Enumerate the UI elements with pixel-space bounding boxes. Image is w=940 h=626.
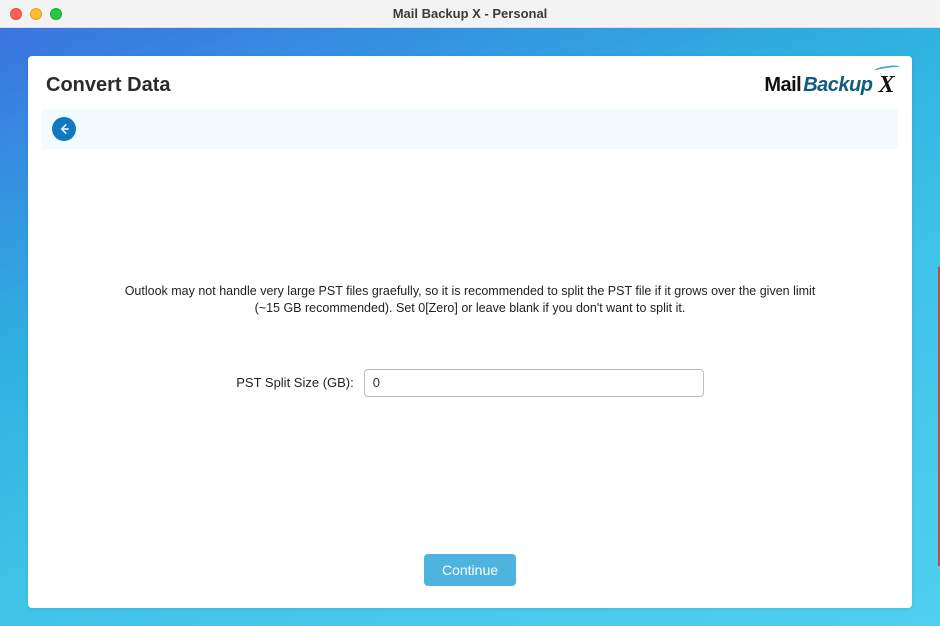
logo-text-mail: Mail	[764, 74, 801, 97]
app-logo: MailBackup X	[764, 72, 894, 99]
main-card: Convert Data MailBackup X	[28, 56, 912, 608]
titlebar: Mail Backup X - Personal	[0, 0, 940, 28]
continue-button[interactable]: Continue	[424, 554, 516, 586]
content-area: Outlook may not handle very large PST fi…	[42, 149, 898, 554]
pst-split-input[interactable]	[364, 369, 704, 397]
window-title: Mail Backup X - Personal	[0, 6, 940, 21]
pst-split-field-row: PST Split Size (GB):	[236, 369, 704, 397]
logo-x-text: X	[878, 72, 894, 98]
description-text: Outlook may not handle very large PST fi…	[112, 283, 828, 317]
logo-x: X	[878, 72, 894, 99]
pst-split-label: PST Split Size (GB):	[236, 375, 354, 390]
toolbar	[42, 109, 898, 149]
app-window: Mail Backup X - Personal Convert Data Ma…	[0, 0, 940, 626]
back-button[interactable]	[52, 117, 76, 141]
arrow-left-icon	[57, 122, 71, 136]
footer-row: Continue	[42, 554, 898, 588]
page-title: Convert Data	[46, 74, 170, 97]
header-row: Convert Data MailBackup X	[42, 70, 898, 109]
logo-text-backup: Backup	[803, 74, 872, 97]
window-body: Convert Data MailBackup X	[0, 28, 940, 626]
logo-swoosh-icon	[874, 64, 900, 71]
